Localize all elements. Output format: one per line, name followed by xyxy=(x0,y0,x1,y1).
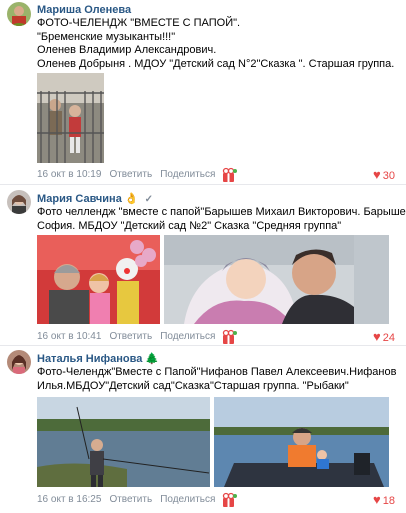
attached-photo[interactable] xyxy=(37,235,160,324)
like-count: 18 xyxy=(382,495,395,507)
like-count: 24 xyxy=(382,332,395,344)
attached-photo[interactable] xyxy=(214,397,389,487)
share-button[interactable]: Поделиться xyxy=(160,169,215,180)
comment-text: Фото челлендж "вместе с папой"Барышев Ми… xyxy=(37,206,406,233)
like-button[interactable]: ♥ 18 xyxy=(373,492,395,507)
like-button[interactable]: ♥ 24 xyxy=(373,329,395,344)
gift-icon[interactable] xyxy=(222,329,238,345)
reply-button[interactable]: Ответить xyxy=(109,494,152,505)
comment-line: "Бременские музыканты!!!" xyxy=(37,30,176,43)
like-count: 30 xyxy=(382,170,395,182)
comment-meta: 16 окт в 16:25 Ответить Поделиться xyxy=(37,494,223,505)
reply-button[interactable]: Ответить xyxy=(109,169,152,180)
heart-icon: ♥ xyxy=(373,167,381,182)
comment-line: Оленев Добрыня . МДОУ "Детский сад N°2"С… xyxy=(37,57,395,70)
heart-icon: ♥ xyxy=(373,329,381,344)
author-label: Мария Савчина xyxy=(37,193,122,205)
gift-icon[interactable] xyxy=(222,492,238,508)
author-label: Наталья Нифанова xyxy=(37,353,143,365)
timestamp[interactable]: 16 окт в 10:19 xyxy=(37,169,101,180)
attached-photo[interactable] xyxy=(37,397,210,487)
verified-icon: ✓ xyxy=(144,194,154,205)
comment-line: Фото челлендж "вместе с папой"Барышев Ми… xyxy=(37,206,406,218)
author-name[interactable]: Мария Савчина 👌 ✓ xyxy=(37,192,153,205)
avatar[interactable] xyxy=(7,2,31,26)
comment-post: Наталья Нифанова 🌲 Фото-Челендж"Вместе с… xyxy=(0,347,406,510)
attached-photo[interactable] xyxy=(164,235,389,324)
comment-line: Оленев Владимир Александрович. xyxy=(37,44,217,56)
comment-text: Фото-Челендж"Вместе с Папой"Нифанов Паве… xyxy=(37,366,399,393)
author-name[interactable]: Наталья Нифанова 🌲 xyxy=(37,352,159,365)
share-button[interactable]: Поделиться xyxy=(160,331,215,342)
share-button[interactable]: Поделиться xyxy=(160,494,215,505)
comment-meta: 16 окт в 10:19 Ответить Поделиться xyxy=(37,169,223,180)
divider xyxy=(0,184,406,185)
timestamp[interactable]: 16 окт в 16:25 xyxy=(37,494,101,505)
heart-icon: ♥ xyxy=(373,492,381,507)
attached-photo[interactable] xyxy=(37,73,104,163)
author-emoji: 👌 xyxy=(124,193,139,205)
divider xyxy=(0,345,406,346)
timestamp[interactable]: 16 окт в 10:41 xyxy=(37,331,101,342)
comment-line: Илья.МБДОУ"Детский сад"Сказка"Старшая гр… xyxy=(37,379,349,392)
author-name[interactable]: Мариша Оленева xyxy=(37,4,131,16)
avatar[interactable] xyxy=(7,190,31,214)
comment-post: Мариша Оленева ФОТО-ЧЕЛЕНДЖ "ВМЕСТЕ С ПА… xyxy=(0,0,406,184)
author-emoji: 🌲 xyxy=(145,353,160,365)
avatar[interactable] xyxy=(7,350,31,374)
comment-post: Мария Савчина 👌 ✓ Фото челлендж "вместе … xyxy=(0,186,406,346)
comment-text: ФОТО-ЧЕЛЕНДЖ "ВМЕСТЕ С ПАПОЙ". "Бременск… xyxy=(37,17,399,71)
like-button[interactable]: ♥ 30 xyxy=(373,167,395,182)
gift-icon[interactable] xyxy=(222,167,238,183)
comment-line: Фото-Челендж"Вместе с Папой"Нифанов Паве… xyxy=(37,366,397,378)
comment-meta: 16 окт в 10:41 Ответить Поделиться xyxy=(37,331,223,342)
reply-button[interactable]: Ответить xyxy=(109,331,152,342)
comment-line: София. МБДОУ "Детский сад №2" Сказка "Ср… xyxy=(37,219,342,232)
comment-line: ФОТО-ЧЕЛЕНДЖ "ВМЕСТЕ С ПАПОЙ". xyxy=(37,17,241,29)
